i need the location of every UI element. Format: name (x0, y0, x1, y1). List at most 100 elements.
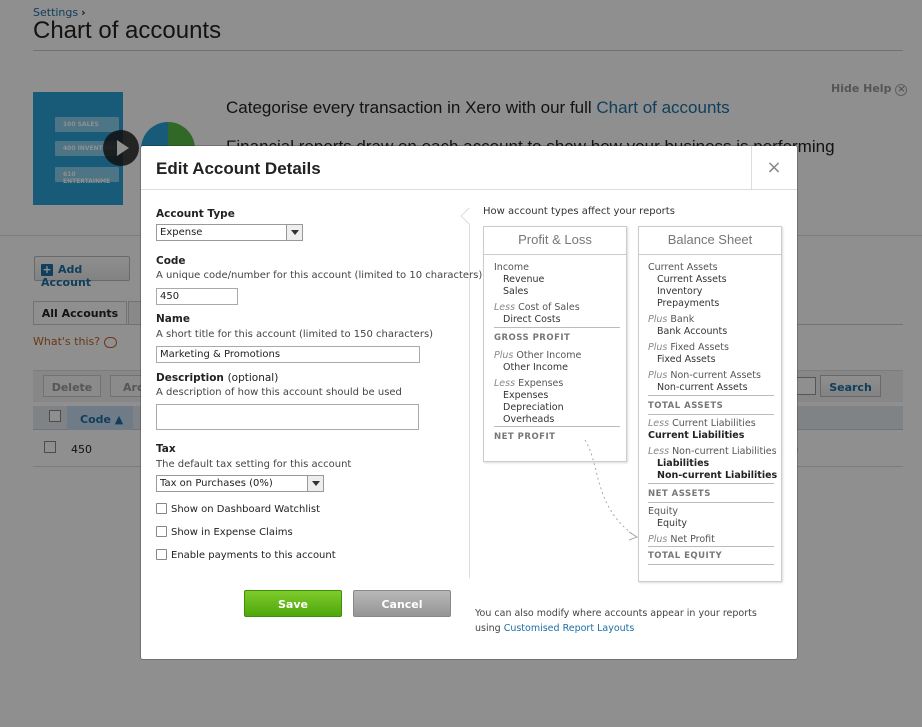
checkbox-icon[interactable] (156, 549, 167, 560)
bs-rule (648, 546, 774, 547)
net-profit-label: Net Profit (670, 534, 715, 545)
code-hint: A unique code/number for this account (l… (156, 270, 483, 281)
bs-fixed-assets-item: Fixed Assets (657, 354, 716, 365)
tax-hint: The default tax setting for this account (156, 459, 352, 470)
footnote-text: You can also modify where accounts appea… (475, 608, 757, 619)
pl-expenses-item: Expenses (503, 390, 549, 401)
bs-current-assets: Current Assets (648, 262, 718, 273)
less-label: Less (494, 302, 516, 313)
plus-label: Plus (648, 534, 668, 545)
tax-select[interactable]: Tax on Purchases (0%) (156, 475, 324, 492)
profit-loss-title: Profit & Loss (518, 232, 592, 247)
pl-cost-of-sales: Less Cost of Sales (494, 302, 580, 313)
less-label: Less (494, 378, 516, 389)
dashboard-watchlist-checkbox[interactable]: Show on Dashboard Watchlist (156, 503, 320, 515)
name-label: Name (156, 313, 190, 325)
bs-inventory: Inventory (657, 286, 703, 297)
less-label: Less (648, 418, 670, 429)
bs-non-current-assets-item: Non-current Assets (657, 382, 748, 393)
bs-current-liabilities-item: Current Liabilities (648, 430, 745, 441)
pl-gross-profit: GROSS PROFIT (494, 333, 571, 343)
bs-total-assets: TOTAL ASSETS (648, 401, 724, 411)
bs-non-current-liabilities: Less Non-current Liabilities (648, 446, 777, 457)
footnote-text-2: using (475, 623, 504, 634)
tax-label: Tax (156, 443, 176, 455)
panel-header-divider (639, 254, 781, 255)
bs-liabilities: Liabilities (657, 458, 710, 469)
bs-non-current-assets: Plus Non-current Assets (648, 370, 761, 381)
checkbox-label: Enable payments to this account (171, 550, 336, 561)
checkbox-icon[interactable] (156, 503, 167, 514)
pl-depreciation: Depreciation (503, 402, 564, 413)
pl-net-profit: NET PROFIT (494, 432, 556, 442)
cancel-button[interactable]: Cancel (353, 590, 451, 617)
cost-of-sales-label: Cost of Sales (518, 302, 580, 313)
non-current-liabilities-label: Non-current Liabilities (672, 446, 777, 457)
bs-net-assets: NET ASSETS (648, 489, 711, 499)
bs-current-assets-item: Current Assets (657, 274, 727, 285)
save-button[interactable]: Save (244, 590, 342, 617)
pl-other-income: Plus Other Income (494, 350, 581, 361)
dialog-header-divider (141, 189, 797, 190)
pl-income: Income (494, 262, 529, 273)
connector-path (584, 439, 636, 537)
non-current-assets-label: Non-current Assets (670, 370, 761, 381)
balance-sheet-title: Balance Sheet (667, 232, 753, 247)
chevron-down-icon[interactable] (307, 476, 323, 491)
bs-net-profit: Plus Net Profit (648, 534, 715, 545)
description-label-text: Description (156, 372, 224, 384)
bs-bank: Plus Bank (648, 314, 694, 325)
profit-loss-panel: Profit & Loss Income Revenue Sales Less … (483, 226, 627, 462)
code-field[interactable]: 450 (156, 288, 238, 305)
description-hint: A description of how this account should… (156, 387, 402, 398)
bs-bank-accounts: Bank Accounts (657, 326, 728, 337)
pl-overheads: Overheads (503, 414, 555, 425)
less-label: Less (648, 446, 670, 457)
current-liabilities-label: Current Liabilities (672, 418, 756, 429)
panel-header-divider (484, 254, 626, 255)
close-separator (751, 146, 752, 189)
reports-title: How account types affect your reports (483, 206, 675, 217)
name-field[interactable]: Marketing & Promotions (156, 346, 420, 363)
balance-sheet-panel: Balance Sheet Current Assets Current Ass… (638, 226, 782, 582)
pl-other-income-item: Other Income (503, 362, 568, 373)
customised-report-layouts-link[interactable]: Customised Report Layouts (504, 623, 635, 634)
expense-claims-checkbox[interactable]: Show in Expense Claims (156, 526, 293, 538)
bs-rule (648, 502, 774, 503)
plus-label: Plus (648, 370, 668, 381)
other-income-label: Other Income (516, 350, 582, 361)
name-hint: A short title for this account (limited … (156, 329, 434, 340)
account-type-select[interactable]: Expense (156, 224, 303, 241)
arrowhead-icon (628, 531, 639, 541)
pl-rule (494, 426, 620, 427)
pl-expenses: Less Expenses (494, 378, 563, 389)
bs-rule (648, 483, 774, 484)
bs-prepayments: Prepayments (657, 298, 720, 309)
account-type-label: Account Type (156, 208, 235, 220)
checkbox-label: Show in Expense Claims (171, 527, 293, 538)
enable-payments-checkbox[interactable]: Enable payments to this account (156, 549, 336, 561)
close-icon[interactable]: × (765, 157, 783, 178)
bank-label: Bank (670, 314, 695, 325)
connector-arrow (584, 439, 639, 541)
bs-equity: Equity (648, 506, 679, 517)
bs-equity-item: Equity (657, 518, 688, 529)
bs-rule (648, 564, 774, 565)
chevron-down-icon[interactable] (286, 225, 302, 240)
pl-direct-costs: Direct Costs (503, 314, 561, 325)
bs-rule (648, 395, 774, 396)
dialog-title: Edit Account Details (156, 159, 321, 178)
report-layouts-footnote: You can also modify where accounts appea… (475, 606, 757, 636)
checkbox-icon[interactable] (156, 526, 167, 537)
plus-label: Plus (648, 314, 668, 325)
edit-account-dialog: Edit Account Details × Account Type Expe… (141, 146, 797, 659)
checkbox-label: Show on Dashboard Watchlist (171, 504, 321, 515)
bs-non-current-liabilities-item: Non-current Liabilities (657, 470, 778, 481)
description-field[interactable] (156, 404, 419, 430)
bs-total-equity: TOTAL EQUITY (648, 551, 723, 561)
description-optional: (optional) (227, 372, 279, 384)
plus-label: Plus (494, 350, 514, 361)
bs-rule (648, 414, 774, 415)
tax-value: Tax on Purchases (0%) (160, 478, 273, 489)
description-label: Description (optional) (156, 372, 278, 384)
